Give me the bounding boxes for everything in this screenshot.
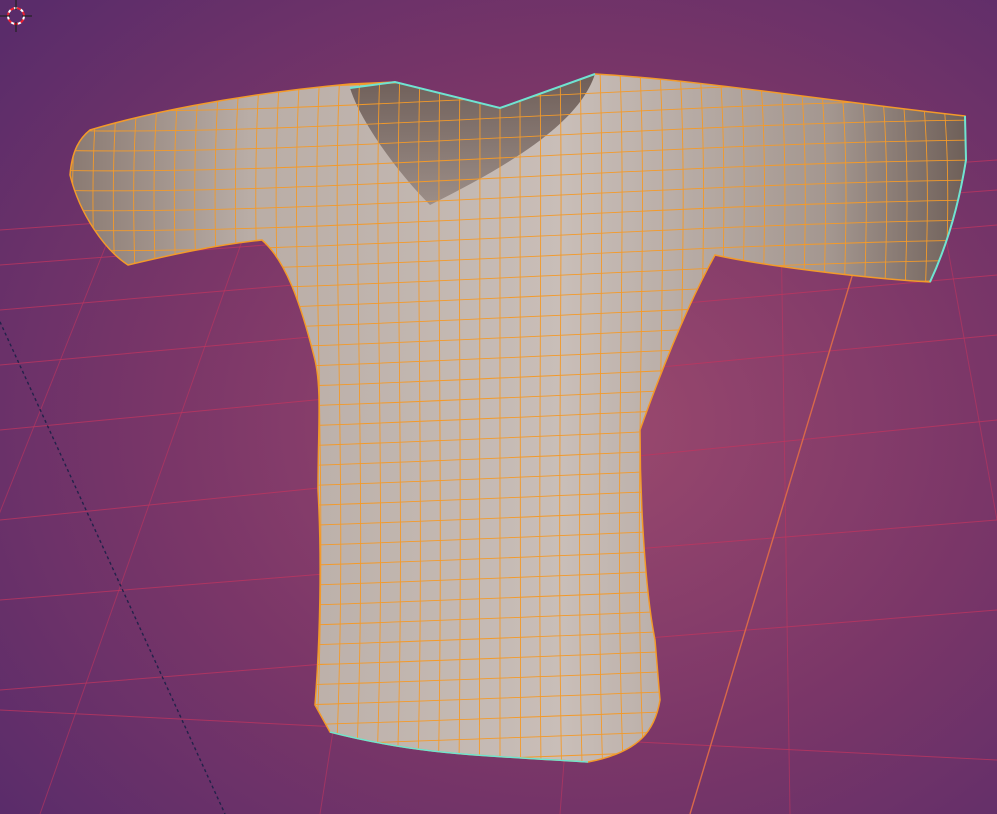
3d-cursor-icon[interactable] (0, 0, 32, 32)
viewport-scene[interactable] (0, 0, 997, 814)
3d-viewport[interactable] (0, 0, 997, 814)
